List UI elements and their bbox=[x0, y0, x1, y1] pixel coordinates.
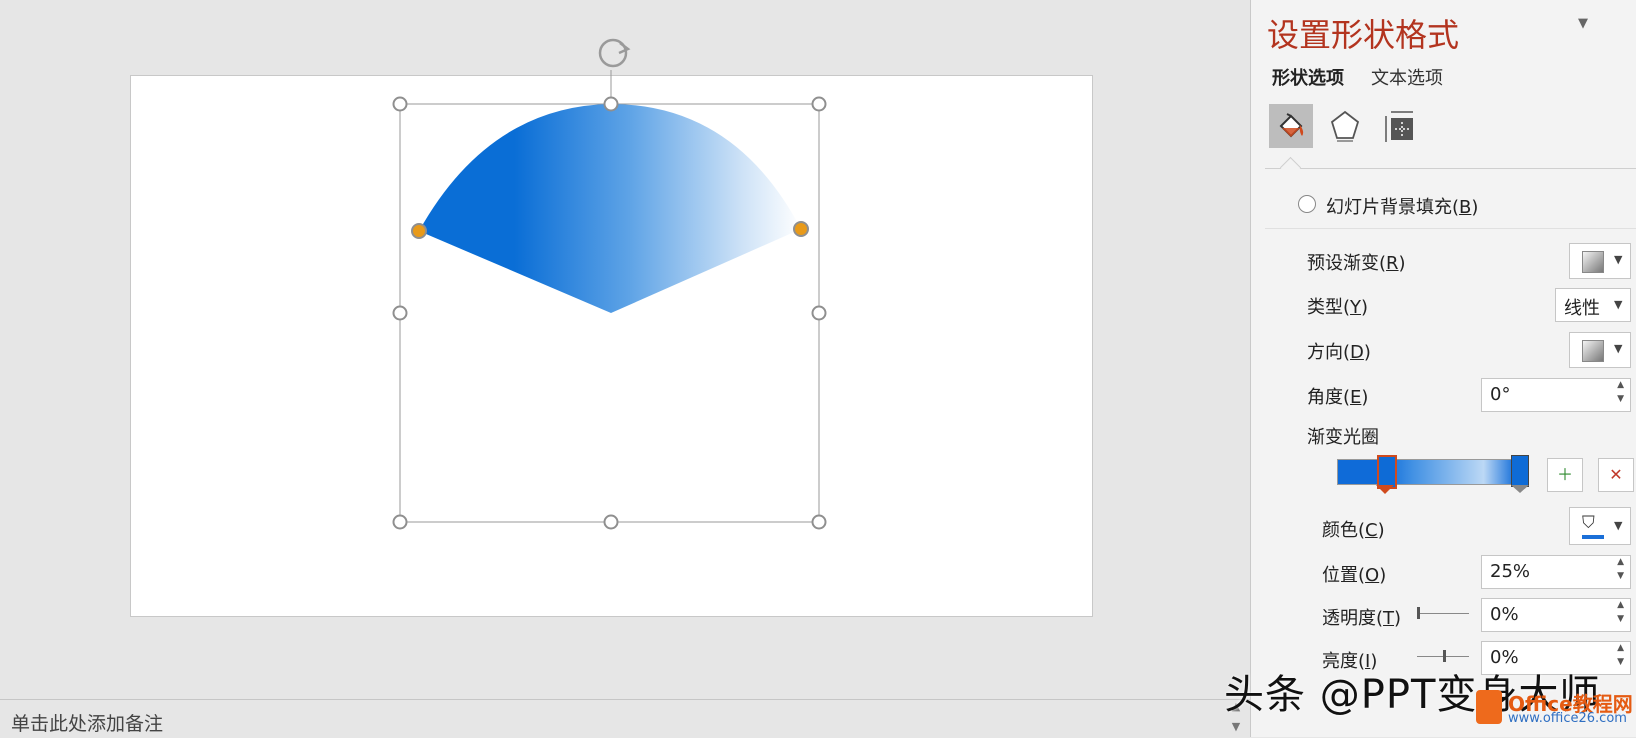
resize-handle-top-left[interactable] bbox=[392, 96, 408, 112]
resize-handle-top[interactable] bbox=[603, 96, 619, 112]
paint-bucket-icon: ⛉ bbox=[1582, 513, 1595, 533]
spin-up-icon[interactable]: ▲ bbox=[1617, 380, 1624, 390]
size-properties-icon[interactable] bbox=[1378, 104, 1422, 148]
color-swatch bbox=[1582, 535, 1604, 539]
notes-bar[interactable]: 单击此处添加备注 bbox=[0, 699, 1250, 738]
position-value[interactable]: 25% bbox=[1490, 561, 1530, 582]
remove-gradient-stop-button[interactable]: ✕ bbox=[1598, 458, 1634, 492]
adjust-handle-left[interactable] bbox=[411, 223, 427, 239]
section-rule bbox=[1265, 228, 1636, 229]
notes-placeholder[interactable]: 单击此处添加备注 bbox=[11, 709, 163, 736]
resize-handle-top-right[interactable] bbox=[811, 96, 827, 112]
category-pointer bbox=[1279, 156, 1302, 179]
angle-spinner[interactable]: 0° ▲ ▼ bbox=[1481, 378, 1631, 412]
adjust-handle-right[interactable] bbox=[793, 221, 809, 237]
spin-up-icon[interactable]: ▲ bbox=[1617, 557, 1624, 567]
gradient-stops-label: 渐变光圈 bbox=[1307, 427, 1379, 448]
gradient-stop-selected[interactable] bbox=[1377, 455, 1397, 489]
spin-up-icon[interactable]: ▲ bbox=[1617, 643, 1624, 653]
direction-swatch-icon bbox=[1582, 340, 1604, 362]
format-shape-pane: 设置形状格式 ▼ 形状选项 文本选项 幻灯片背景填充(B) 预设渐变(R) ▼ … bbox=[1251, 0, 1636, 737]
type-label: 类型(Y) bbox=[1307, 297, 1369, 318]
fill-line-icon[interactable] bbox=[1269, 104, 1313, 148]
transparency-slider-thumb[interactable] bbox=[1417, 607, 1420, 619]
pane-options-caret-icon[interactable]: ▼ bbox=[1578, 16, 1588, 31]
resize-handle-bottom-right[interactable] bbox=[811, 514, 827, 530]
resize-handle-bottom-left[interactable] bbox=[392, 514, 408, 530]
gradient-stop[interactable] bbox=[1511, 455, 1529, 487]
resize-handle-right[interactable] bbox=[811, 305, 827, 321]
gradient-stop-pointer bbox=[1376, 485, 1394, 494]
preset-gradient-label: 预设渐变(R) bbox=[1307, 253, 1406, 274]
tab-text-options[interactable]: 文本选项 bbox=[1371, 64, 1443, 90]
tab-shape-options[interactable]: 形状选项 bbox=[1272, 64, 1344, 90]
color-label: 颜色(C) bbox=[1322, 520, 1385, 541]
spin-down-icon[interactable]: ▼ bbox=[1617, 571, 1624, 581]
spin-up-icon[interactable]: ▲ bbox=[1617, 600, 1624, 610]
slide-canvas-area[interactable] bbox=[0, 0, 1250, 698]
pane-title: 设置形状格式 bbox=[1267, 16, 1460, 54]
resize-handle-bottom[interactable] bbox=[603, 514, 619, 530]
spin-down-icon[interactable]: ▼ bbox=[1617, 394, 1624, 404]
gradient-stops-bar[interactable] bbox=[1337, 459, 1521, 485]
watermark-url: www.office26.com bbox=[1508, 711, 1627, 726]
preset-gradient-dropdown[interactable]: ▼ bbox=[1569, 243, 1631, 279]
transparency-value[interactable]: 0% bbox=[1490, 604, 1519, 625]
transparency-spinner[interactable]: 0% ▲ ▼ bbox=[1481, 598, 1631, 632]
add-gradient-stop-button[interactable]: ＋ bbox=[1547, 458, 1583, 492]
direction-label: 方向(D) bbox=[1307, 342, 1371, 363]
angle-label: 角度(E) bbox=[1307, 387, 1369, 408]
position-spinner[interactable]: 25% ▲ ▼ bbox=[1481, 555, 1631, 589]
scroll-down-icon[interactable]: ▼ bbox=[1225, 720, 1247, 734]
resize-handle-left[interactable] bbox=[392, 305, 408, 321]
effects-pentagon-icon[interactable] bbox=[1323, 104, 1367, 148]
gradient-stop-pointer bbox=[1511, 485, 1529, 493]
office-logo-icon bbox=[1476, 690, 1502, 724]
transparency-slider[interactable] bbox=[1417, 613, 1469, 614]
chevron-down-icon: ▼ bbox=[1614, 298, 1623, 311]
gradient-sector-shape[interactable] bbox=[419, 104, 801, 313]
color-dropdown[interactable]: ⛉ ▼ bbox=[1569, 507, 1631, 545]
direction-dropdown[interactable]: ▼ bbox=[1569, 332, 1631, 368]
shape-layer bbox=[392, 38, 827, 530]
rotate-handle-icon[interactable] bbox=[598, 38, 631, 68]
chevron-down-icon: ▼ bbox=[1614, 519, 1623, 532]
angle-value[interactable]: 0° bbox=[1490, 384, 1510, 405]
chevron-down-icon: ▼ bbox=[1614, 342, 1623, 355]
brightness-slider-thumb[interactable] bbox=[1443, 650, 1446, 662]
category-separator bbox=[1265, 168, 1636, 169]
gradient-swatch-icon bbox=[1582, 251, 1604, 273]
transparency-label: 透明度(T) bbox=[1322, 608, 1402, 629]
slide-background-fill-label[interactable]: 幻灯片背景填充(B) bbox=[1326, 193, 1478, 219]
type-dropdown[interactable]: 线性 ▼ bbox=[1555, 288, 1631, 322]
spin-down-icon[interactable]: ▼ bbox=[1617, 657, 1624, 667]
position-label: 位置(O) bbox=[1322, 565, 1387, 586]
chevron-down-icon: ▼ bbox=[1614, 253, 1623, 266]
slide-background-fill-radio[interactable] bbox=[1298, 195, 1316, 213]
type-value: 线性 bbox=[1564, 298, 1600, 319]
spin-down-icon[interactable]: ▼ bbox=[1617, 614, 1624, 624]
